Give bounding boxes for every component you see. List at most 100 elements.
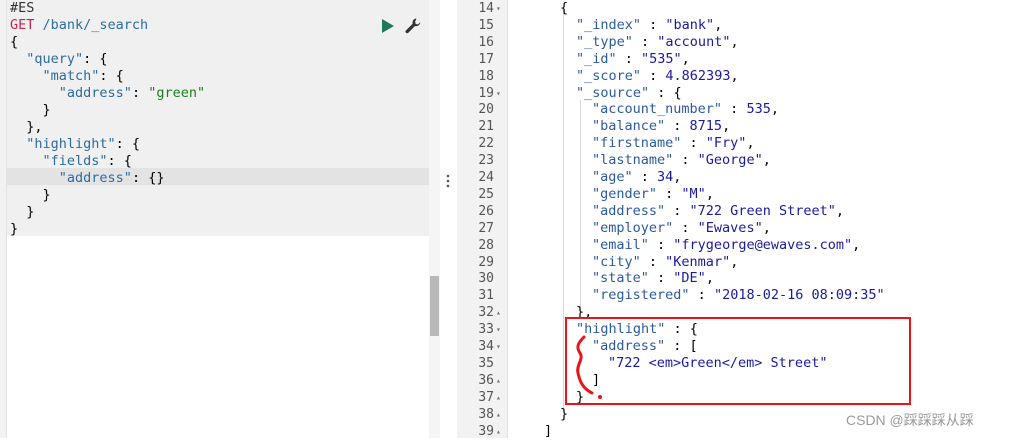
line-number: 31 — [478, 288, 494, 304]
line-number: 33 — [478, 322, 494, 338]
code-token: "age" — [592, 169, 633, 185]
code-token: "_index" — [576, 16, 642, 33]
code-token: : — [722, 101, 747, 118]
request-code-line[interactable]: "query": { — [10, 51, 108, 68]
code-token: "lastname" — [592, 152, 674, 169]
request-code-line[interactable]: GET /bank/_search — [10, 17, 148, 34]
request-code-line[interactable]: } — [10, 204, 34, 221]
request-code-line[interactable]: }, — [10, 119, 43, 136]
code-token: "_score" — [576, 67, 642, 84]
watermark-text: CSDN @踩踩踩从踩 — [846, 412, 974, 428]
line-number: 32 — [478, 305, 494, 321]
code-token: "employer" — [592, 219, 674, 236]
line-number: 36 — [478, 372, 494, 388]
code-token: , — [835, 202, 844, 219]
request-code-line[interactable]: } — [10, 221, 18, 238]
code-token: : — [131, 85, 149, 101]
code-token: : — [689, 287, 714, 304]
code-token: "address" — [58, 170, 132, 186]
code-token: 8715 — [689, 118, 723, 135]
response-code-line: "_score" : 4.862393, — [576, 68, 739, 85]
request-code-line[interactable]: { — [10, 34, 18, 51]
fold-toggle-icon[interactable]: ▾ — [496, 0, 504, 17]
code-token: }, — [10, 119, 43, 135]
fold-toggle-icon[interactable]: ▾ — [496, 321, 504, 338]
fold-toggle-icon[interactable]: ▴ — [496, 372, 504, 389]
code-token: : — [648, 270, 674, 287]
request-code-line[interactable]: "highlight": { — [10, 136, 140, 153]
response-code-line: "city" : "Kenmar", — [592, 254, 738, 271]
code-token: "query" — [26, 51, 84, 67]
code-token: , — [681, 50, 690, 67]
request-code-line[interactable]: "match": { — [10, 68, 124, 85]
indent-guide — [580, 100, 581, 310]
fold-toggle-icon[interactable]: ▴ — [496, 304, 504, 321]
code-token: , — [714, 16, 723, 33]
code-token: : — [665, 118, 690, 135]
line-number: 17 — [478, 51, 494, 67]
code-token: , — [722, 118, 731, 135]
code-token: : — [641, 67, 666, 84]
fold-toggle-icon[interactable]: ▴ — [496, 389, 504, 406]
wrench-icon — [405, 18, 421, 34]
line-number: 38 — [478, 406, 494, 422]
code-token: , — [673, 169, 682, 185]
code-token: "Ewaves" — [697, 219, 763, 236]
response-scrollbar[interactable] — [1018, 0, 1028, 438]
code-token: "2018-02-16 08:09:35" — [713, 287, 885, 304]
code-token: 34 — [657, 169, 674, 185]
code-token: : {} — [131, 170, 165, 186]
response-code-line: "_id" : "535", — [576, 51, 690, 68]
request-code-line[interactable]: #ES — [10, 0, 34, 17]
line-number: 19 — [478, 85, 494, 101]
fold-toggle-icon[interactable]: ▴ — [496, 423, 504, 440]
fold-toggle-icon[interactable]: ▾ — [496, 338, 504, 355]
code-token: "address" — [58, 85, 132, 101]
code-token: : — [673, 219, 698, 236]
request-code-area[interactable] — [6, 0, 430, 236]
code-token: , — [705, 185, 714, 202]
request-editor-pane[interactable]: #ES GET /bank/_search{ "query": { "match"… — [0, 0, 440, 438]
request-code-line[interactable]: } — [10, 102, 51, 119]
line-number: 27 — [478, 220, 494, 236]
line-number: 29 — [478, 254, 494, 270]
request-editor-gutter — [0, 0, 7, 438]
code-token: "match" — [42, 68, 100, 84]
request-code-line[interactable]: "address": {} — [10, 170, 165, 187]
code-token: , — [730, 253, 739, 270]
run-request-button[interactable] — [380, 17, 396, 35]
code-token: : { — [107, 153, 132, 169]
fold-toggle-icon[interactable]: ▴ — [496, 406, 504, 423]
code-token: "city" — [592, 253, 641, 270]
code-token: : { — [99, 68, 124, 84]
response-code-line: "email" : "frygeorge@ewaves.com", — [592, 237, 860, 254]
request-editor-scrollbar[interactable] — [429, 0, 440, 438]
code-token: , — [770, 101, 779, 118]
code-token: "gender" — [592, 185, 658, 202]
code-token: { — [560, 0, 569, 16]
request-code-line[interactable]: } — [10, 187, 51, 204]
response-code-line: { — [560, 0, 568, 17]
code-token: : { — [83, 51, 108, 67]
fold-toggle-icon[interactable]: ▾ — [496, 85, 504, 102]
line-number: 26 — [478, 203, 494, 219]
request-editor-scroll-thumb[interactable] — [430, 276, 439, 336]
line-number: 28 — [478, 237, 494, 253]
line-number: 16 — [478, 34, 494, 50]
line-number: 18 — [478, 68, 494, 84]
request-settings-button[interactable] — [404, 17, 422, 35]
code-token: } — [560, 405, 569, 422]
code-token: "_type" — [576, 33, 633, 50]
response-code-line: } — [560, 406, 568, 423]
pane-resize-handle[interactable] — [441, 0, 457, 438]
request-code-line[interactable]: "fields": { — [10, 153, 132, 170]
code-token: "George" — [697, 152, 763, 169]
line-number: 23 — [478, 153, 494, 169]
response-code-line: "registered" : "2018-02-16 08:09:35" — [592, 287, 885, 304]
request-code-line[interactable]: "address": "green" — [10, 85, 205, 102]
annotation-highlight-box — [565, 317, 911, 405]
code-token: } — [10, 187, 51, 203]
code-token: "_source" — [576, 84, 650, 101]
